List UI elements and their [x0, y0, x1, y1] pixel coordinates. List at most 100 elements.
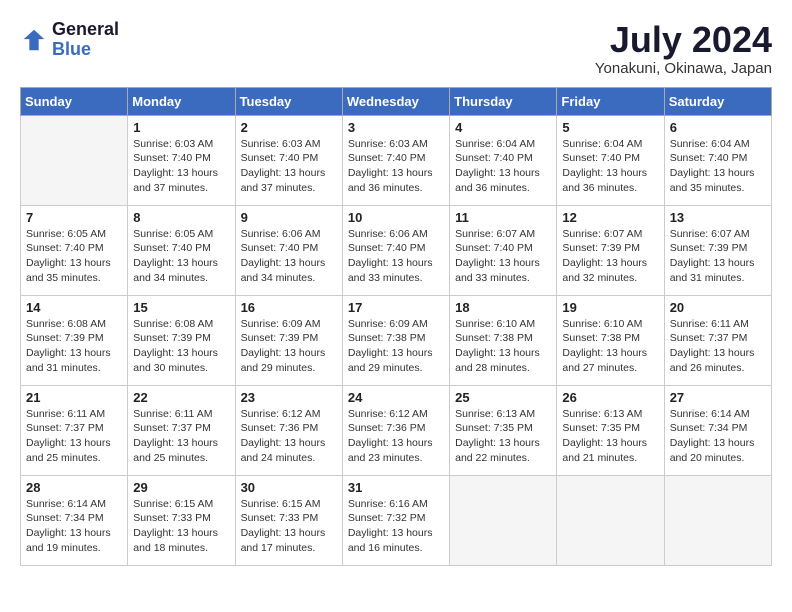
day-header-sunday: Sunday — [21, 87, 128, 115]
day-number: 8 — [133, 210, 229, 225]
day-info: Sunrise: 6:14 AMSunset: 7:34 PMDaylight:… — [670, 407, 766, 466]
day-info: Sunrise: 6:03 AMSunset: 7:40 PMDaylight:… — [348, 137, 444, 196]
page-header: General Blue July 2024 Yonakuni, Okinawa… — [20, 20, 772, 77]
calendar-cell: 21 Sunrise: 6:11 AMSunset: 7:37 PMDayligh… — [21, 385, 128, 475]
day-number: 13 — [670, 210, 766, 225]
day-info: Sunrise: 6:07 AMSunset: 7:39 PMDaylight:… — [562, 227, 658, 286]
day-number: 4 — [455, 120, 551, 135]
day-info: Sunrise: 6:08 AMSunset: 7:39 PMDaylight:… — [26, 317, 122, 376]
logo-text: General Blue — [52, 20, 119, 60]
location: Yonakuni, Okinawa, Japan — [595, 60, 772, 77]
calendar-body: 1Sunrise: 6:03 AMSunset: 7:40 PMDaylight… — [21, 115, 772, 565]
calendar-cell — [557, 475, 664, 565]
day-info: Sunrise: 6:07 AMSunset: 7:39 PMDaylight:… — [670, 227, 766, 286]
title-area: July 2024 Yonakuni, Okinawa, Japan — [595, 20, 772, 77]
day-number: 6 — [670, 120, 766, 135]
day-number: 25 — [455, 390, 551, 405]
day-number: 10 — [348, 210, 444, 225]
calendar-cell — [450, 475, 557, 565]
day-header-wednesday: Wednesday — [342, 87, 449, 115]
day-number: 19 — [562, 300, 658, 315]
day-number: 11 — [455, 210, 551, 225]
calendar-cell: 4 Sunrise: 6:04 AMSunset: 7:40 PMDaylight… — [450, 115, 557, 205]
calendar-cell: 16 Sunrise: 6:09 AMSunset: 7:39 PMDayligh… — [235, 295, 342, 385]
calendar-header-row: SundayMondayTuesdayWednesdayThursdayFrid… — [21, 87, 772, 115]
day-info: Sunrise: 6:05 AMSunset: 7:40 PMDaylight:… — [133, 227, 229, 286]
day-number: 14 — [26, 300, 122, 315]
calendar-cell: 13 Sunrise: 6:07 AMSunset: 7:39 PMDayligh… — [664, 205, 771, 295]
day-number: 29 — [133, 480, 229, 495]
day-info: Sunrise: 6:15 AMSunset: 7:33 PMDaylight:… — [241, 497, 337, 556]
week-row-1: 1Sunrise: 6:03 AMSunset: 7:40 PMDaylight… — [21, 115, 772, 205]
calendar-cell: 7Sunrise: 6:05 AMSunset: 7:40 PMDaylight… — [21, 205, 128, 295]
calendar-cell: 18Sunrise: 6:10 AMSunset: 7:38 PMDayligh… — [450, 295, 557, 385]
day-info: Sunrise: 6:09 AMSunset: 7:38 PMDaylight:… — [348, 317, 444, 376]
month-title: July 2024 — [595, 20, 772, 60]
calendar-cell: 22Sunrise: 6:11 AMSunset: 7:37 PMDayligh… — [128, 385, 235, 475]
calendar-cell: 24 Sunrise: 6:12 AMSunset: 7:36 PMDayligh… — [342, 385, 449, 475]
calendar-cell: 6 Sunrise: 6:04 AMSunset: 7:40 PMDaylight… — [664, 115, 771, 205]
day-info: Sunrise: 6:09 AMSunset: 7:39 PMDaylight:… — [241, 317, 337, 376]
calendar-cell — [21, 115, 128, 205]
calendar-cell: 27 Sunrise: 6:14 AMSunset: 7:34 PMDayligh… — [664, 385, 771, 475]
day-number: 16 — [241, 300, 337, 315]
calendar-cell: 26 Sunrise: 6:13 AMSunset: 7:35 PMDayligh… — [557, 385, 664, 475]
calendar-cell: 25Sunrise: 6:13 AMSunset: 7:35 PMDayligh… — [450, 385, 557, 475]
day-info: Sunrise: 6:06 AMSunset: 7:40 PMDaylight:… — [241, 227, 337, 286]
calendar-cell — [664, 475, 771, 565]
day-number: 30 — [241, 480, 337, 495]
day-info: Sunrise: 6:12 AMSunset: 7:36 PMDaylight:… — [348, 407, 444, 466]
day-number: 28 — [26, 480, 122, 495]
calendar-cell: 20Sunrise: 6:11 AMSunset: 7:37 PMDayligh… — [664, 295, 771, 385]
calendar-cell: 15 Sunrise: 6:08 AMSunset: 7:39 PMDayligh… — [128, 295, 235, 385]
day-number: 26 — [562, 390, 658, 405]
day-number: 12 — [562, 210, 658, 225]
day-info: Sunrise: 6:04 AMSunset: 7:40 PMDaylight:… — [455, 137, 551, 196]
day-info: Sunrise: 6:14 AMSunset: 7:34 PMDaylight:… — [26, 497, 122, 556]
calendar-cell: 28 Sunrise: 6:14 AMSunset: 7:34 PMDayligh… — [21, 475, 128, 565]
calendar-cell: 19 Sunrise: 6:10 AMSunset: 7:38 PMDayligh… — [557, 295, 664, 385]
calendar-cell: 1Sunrise: 6:03 AMSunset: 7:40 PMDaylight… — [128, 115, 235, 205]
day-number: 17 — [348, 300, 444, 315]
day-number: 7 — [26, 210, 122, 225]
day-info: Sunrise: 6:10 AMSunset: 7:38 PMDaylight:… — [455, 317, 551, 376]
day-number: 2 — [241, 120, 337, 135]
calendar-cell: 30 Sunrise: 6:15 AMSunset: 7:33 PMDayligh… — [235, 475, 342, 565]
logo: General Blue — [20, 20, 119, 60]
calendar-cell: 29 Sunrise: 6:15 AMSunset: 7:33 PMDayligh… — [128, 475, 235, 565]
day-number: 23 — [241, 390, 337, 405]
day-info: Sunrise: 6:11 AMSunset: 7:37 PMDaylight:… — [670, 317, 766, 376]
day-info: Sunrise: 6:11 AMSunset: 7:37 PMDaylight:… — [26, 407, 122, 466]
day-header-tuesday: Tuesday — [235, 87, 342, 115]
day-header-saturday: Saturday — [664, 87, 771, 115]
calendar-cell: 9 Sunrise: 6:06 AMSunset: 7:40 PMDaylight… — [235, 205, 342, 295]
day-number: 22 — [133, 390, 229, 405]
day-info: Sunrise: 6:16 AMSunset: 7:32 PMDaylight:… — [348, 497, 444, 556]
day-info: Sunrise: 6:08 AMSunset: 7:39 PMDaylight:… — [133, 317, 229, 376]
day-header-monday: Monday — [128, 87, 235, 115]
logo-icon — [20, 26, 48, 54]
day-info: Sunrise: 6:04 AMSunset: 7:40 PMDaylight:… — [562, 137, 658, 196]
day-info: Sunrise: 6:13 AMSunset: 7:35 PMDaylight:… — [562, 407, 658, 466]
calendar-cell: 10 Sunrise: 6:06 AMSunset: 7:40 PMDayligh… — [342, 205, 449, 295]
week-row-2: 7 Sunrise: 6:05 AMSunset: 7:40 PMDaylight… — [21, 205, 772, 295]
day-number: 15 — [133, 300, 229, 315]
day-number: 27 — [670, 390, 766, 405]
day-info: Sunrise: 6:03 AMSunset: 7:40 PMDaylight:… — [241, 137, 337, 196]
week-row-3: 14 Sunrise: 6:08 AMSunset: 7:39 PMDayligh… — [21, 295, 772, 385]
calendar-cell: 23 Sunrise: 6:12 AMSunset: 7:36 PMDayligh… — [235, 385, 342, 475]
day-info: Sunrise: 6:07 AMSunset: 7:40 PMDaylight:… — [455, 227, 551, 286]
day-number: 9 — [241, 210, 337, 225]
day-info: Sunrise: 6:15 AMSunset: 7:33 PMDaylight:… — [133, 497, 229, 556]
day-info: Sunrise: 6:12 AMSunset: 7:36 PMDaylight:… — [241, 407, 337, 466]
calendar-cell: 31Sunrise: 6:16 AMSunset: 7:32 PMDayligh… — [342, 475, 449, 565]
day-info: Sunrise: 6:10 AMSunset: 7:38 PMDaylight:… — [562, 317, 658, 376]
calendar-cell: 8 Sunrise: 6:05 AMSunset: 7:40 PMDaylight… — [128, 205, 235, 295]
day-number: 24 — [348, 390, 444, 405]
day-info: Sunrise: 6:04 AMSunset: 7:40 PMDaylight:… — [670, 137, 766, 196]
day-number: 5 — [562, 120, 658, 135]
day-number: 21 — [26, 390, 122, 405]
week-row-4: 21 Sunrise: 6:11 AMSunset: 7:37 PMDayligh… — [21, 385, 772, 475]
day-info: Sunrise: 6:06 AMSunset: 7:40 PMDaylight:… — [348, 227, 444, 286]
day-info: Sunrise: 6:03 AMSunset: 7:40 PMDaylight:… — [133, 137, 229, 196]
